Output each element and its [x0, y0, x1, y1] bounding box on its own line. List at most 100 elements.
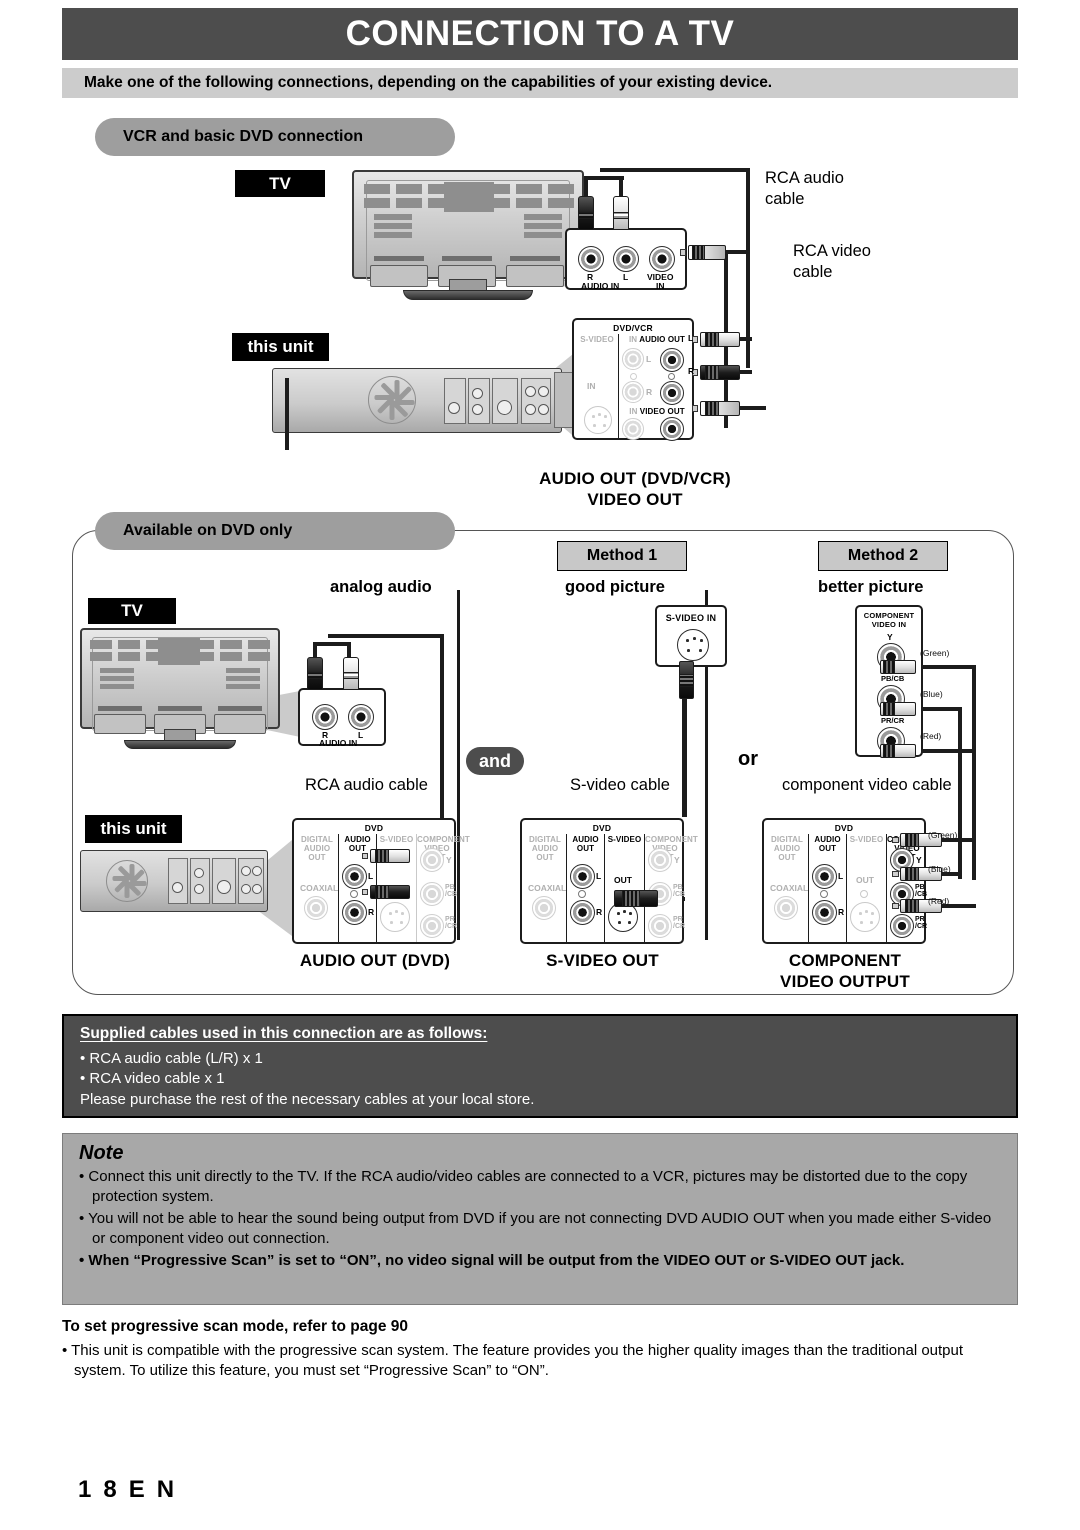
- section-heading-vcr: VCR and basic DVD connection: [95, 118, 455, 156]
- tv-connector-bay: [94, 714, 146, 734]
- deck-jack-cluster: [521, 378, 551, 424]
- jack-label-y: Y: [916, 855, 922, 865]
- deck-jack: [217, 880, 231, 894]
- panel-dot: [630, 373, 637, 380]
- component-plug-red-in: [880, 744, 916, 758]
- cable-label-rca-audio: RCA audio cable: [765, 169, 844, 209]
- tv-illustration-bottom: [80, 628, 280, 758]
- jack-component-y: [420, 848, 444, 872]
- tv-vent-center: [158, 638, 200, 665]
- panel-column-divider: [618, 334, 619, 438]
- tv-vent: [226, 684, 260, 689]
- cable-svideo-run: [682, 697, 687, 817]
- badge-and-label: and: [478, 750, 511, 771]
- jack-group-label-in: IN: [656, 281, 665, 291]
- method-1-box: Method 1: [557, 541, 687, 571]
- rca-plug-black-r: [307, 657, 323, 690]
- panel-label-out: OUT: [856, 875, 874, 885]
- deck-jack-cluster: [190, 858, 210, 904]
- deck-jack: [472, 388, 483, 399]
- note-item: • You will not be able to hear the sound…: [79, 1210, 992, 1247]
- color-tag-blue-in: (Blue): [920, 689, 943, 699]
- jack-audio-out-r: [812, 900, 837, 925]
- panel-header-audio-out: OUT: [667, 335, 686, 344]
- tv-audio-in-panel: R L AUDIO IN: [298, 688, 386, 747]
- caption-line-2: VIDEO OUT: [587, 490, 683, 510]
- tv-port-strip: [218, 706, 262, 711]
- note-item: • When “Progressive Scan” is set to “ON”…: [79, 1252, 905, 1269]
- panel-label-coaxial: COAXIAL: [770, 883, 809, 893]
- panel-title-dvd: DVD: [592, 823, 612, 833]
- jack-component-pr: [420, 914, 444, 938]
- cable-component-run: [958, 707, 962, 879]
- dvdvcr-output-panel: DVD/VCR S-VIDEO IN AUDIO OUT L R IN VIDE…: [572, 318, 694, 441]
- jack-audio-out-r: [570, 900, 595, 925]
- jack-label-l: L: [623, 272, 629, 282]
- panel-header-audio: AUDIO: [639, 335, 666, 344]
- panel-header-digital-audio-out: DIGITAL AUDIO OUT: [770, 835, 804, 862]
- page-title-bar: CONNECTION TO A TV: [62, 8, 1018, 60]
- supplied-cables-heading: Supplied cables used in this connection …: [80, 1025, 488, 1042]
- jack-audio-out-l: [570, 864, 595, 889]
- tv-vent: [220, 652, 242, 661]
- progressive-scan-heading: To set progressive scan mode, refer to p…: [62, 1318, 409, 1335]
- panel-title-dvd: DVD: [364, 823, 384, 833]
- tv-vent: [524, 223, 562, 229]
- badge-or: or: [728, 745, 768, 773]
- badge-or-label: or: [738, 747, 758, 770]
- column-separator: [457, 590, 460, 940]
- panel-dot: [578, 890, 586, 898]
- plug-label-r: R: [688, 366, 695, 376]
- cable-rca-audio-run: [600, 168, 750, 172]
- tv-port-strip: [158, 706, 202, 711]
- tv-port-strip: [98, 706, 142, 711]
- tv-vent: [364, 184, 390, 194]
- tv-vent: [364, 198, 390, 208]
- component-plug-green-in: [880, 660, 916, 674]
- jack-label-pr: PR /CR: [445, 916, 458, 931]
- page-number: 18: [78, 1476, 129, 1503]
- panel-dot: [350, 890, 358, 898]
- tv-connector-bay: [506, 265, 564, 287]
- jack-component-pr: [648, 914, 672, 938]
- deck-jack: [525, 404, 536, 415]
- jack-label-y: Y: [887, 632, 893, 642]
- rca-plug-black-r-out: [692, 365, 740, 380]
- tv-port-strip: [510, 256, 560, 261]
- svideo-din-jack: [850, 902, 880, 932]
- tv-vent: [548, 198, 574, 208]
- jack-audio-r: [312, 704, 338, 730]
- cable-component-green: [914, 665, 976, 669]
- tv-component-in-panel: COMPONENT VIDEO IN Y PB/CB PR/CR: [855, 605, 923, 757]
- panel-title-dvd: DVD: [834, 823, 854, 833]
- jack-label-l-in: L: [646, 354, 652, 364]
- deck-jack: [497, 400, 512, 415]
- jack-label-pr: PR/CR: [881, 716, 905, 725]
- panel-title-component-1: COMPONENT: [863, 611, 915, 620]
- label-tv-top-text: TV: [269, 173, 291, 193]
- tv-vent: [100, 684, 134, 689]
- panel-label-coaxial: COAXIAL: [300, 883, 339, 893]
- deck-jack: [194, 868, 204, 878]
- panel-column-divider: [846, 834, 847, 942]
- tv-vent-center: [444, 182, 494, 212]
- deck-jack: [172, 882, 183, 893]
- rca-plug-white-l: [613, 196, 629, 230]
- tv-vent: [396, 198, 422, 208]
- tv-port-strip: [374, 256, 424, 261]
- jack-component-y: [648, 848, 672, 872]
- panel-header-video-row: IN VIDEO OUT: [620, 407, 694, 417]
- deck-jack-cluster: [238, 858, 264, 904]
- tv-stand-base: [403, 290, 533, 301]
- jack-label-r-in: R: [646, 387, 653, 397]
- deck-jack-cluster: [468, 378, 490, 424]
- tv-connector-bay: [214, 714, 266, 734]
- jack-audio-out-r: [660, 381, 684, 405]
- page-footer: 18EN: [78, 1476, 186, 1504]
- tv-vent: [516, 184, 542, 194]
- panel-header-svideo: S-VIDEO: [580, 335, 614, 344]
- color-tag-red-out: (Red): [928, 896, 950, 906]
- jack-label-y: Y: [674, 855, 680, 865]
- cable-rca-audio-run: [328, 634, 444, 638]
- panel-header-audio-row: IN AUDIO OUT: [620, 335, 694, 345]
